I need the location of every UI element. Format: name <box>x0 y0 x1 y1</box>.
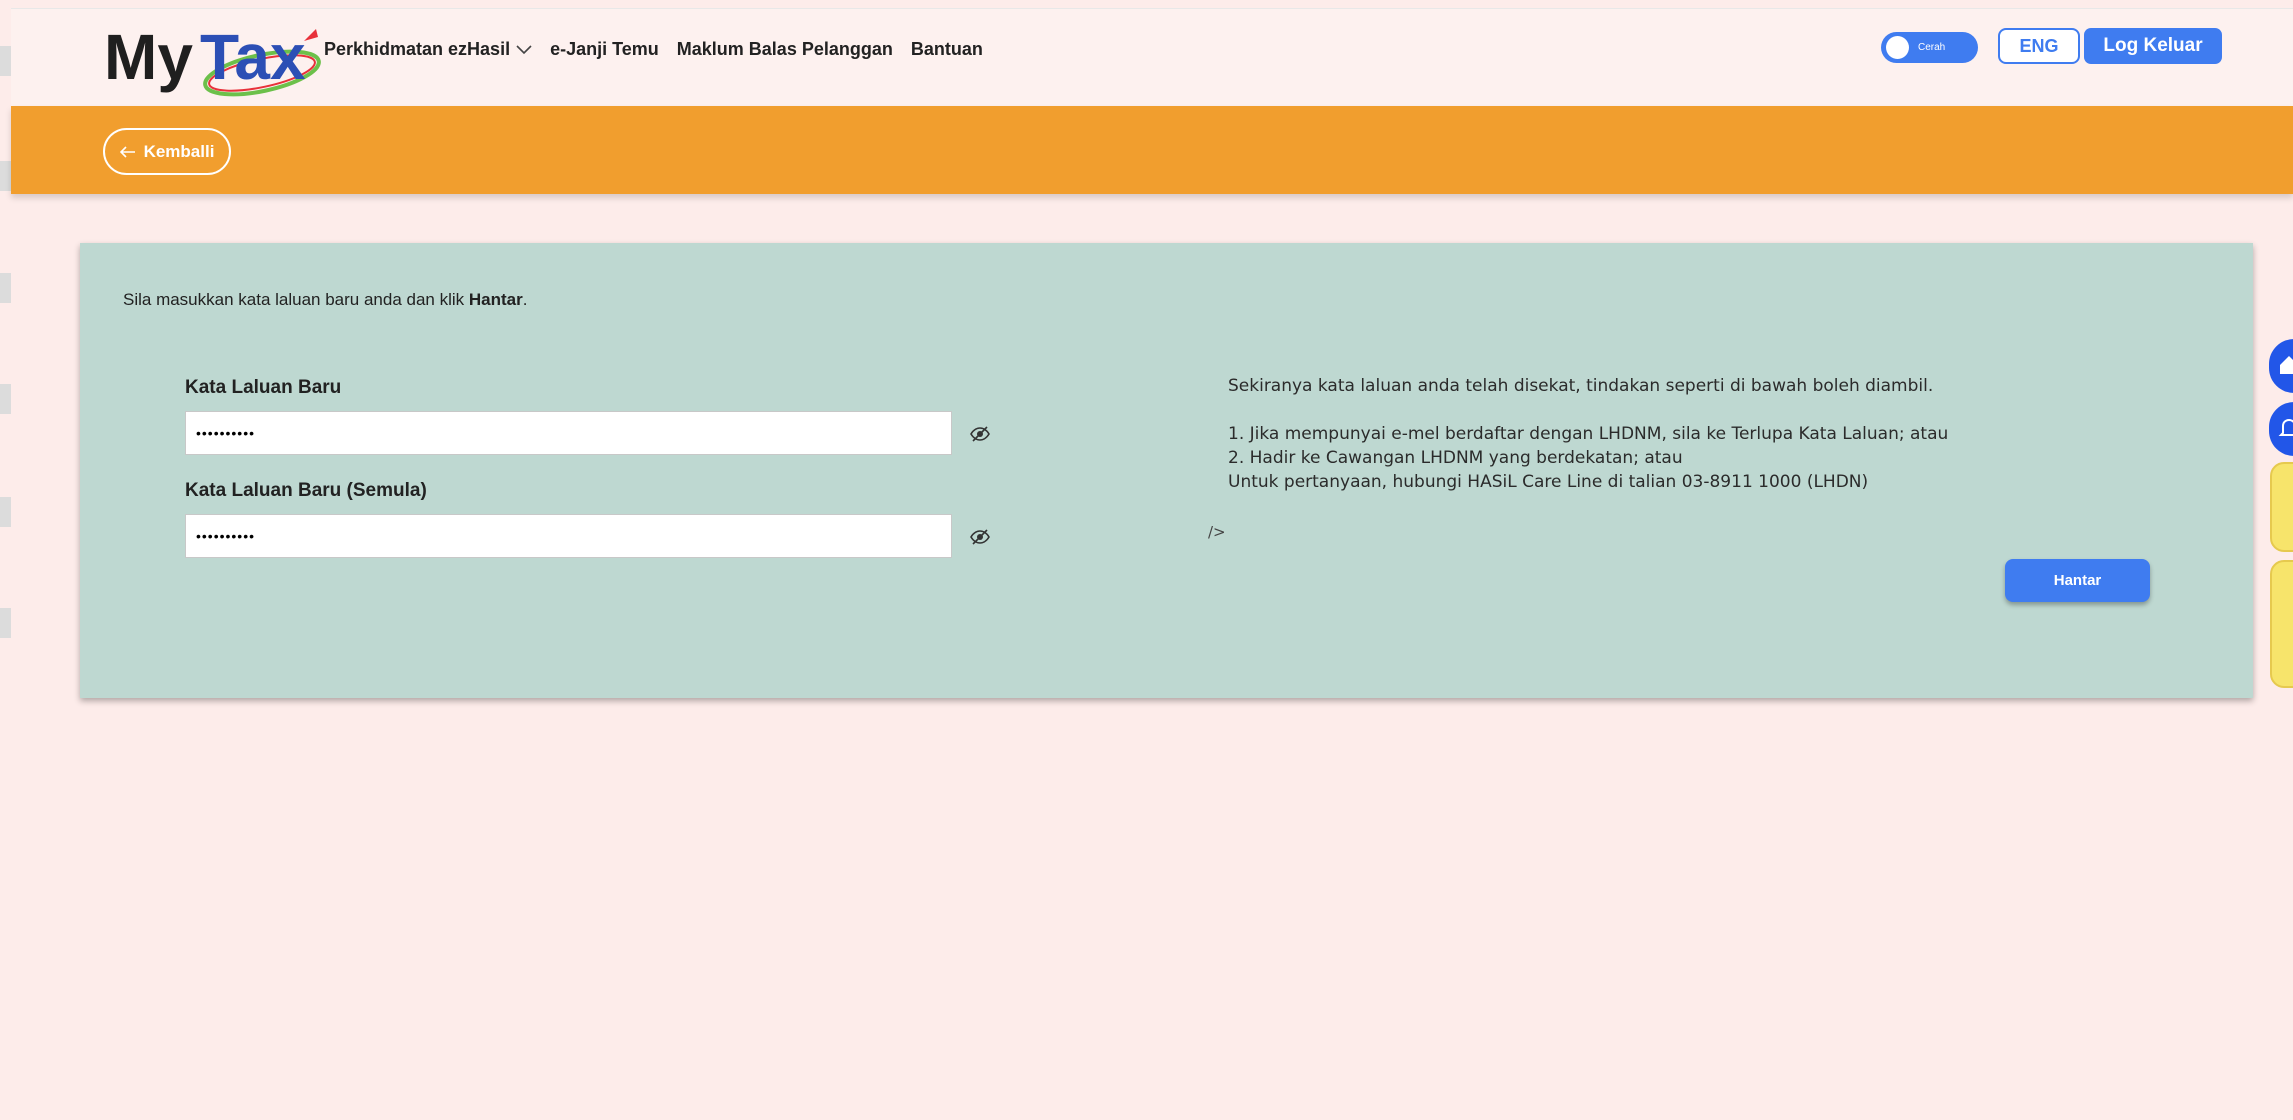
nav-label: Perkhidmatan ezHasil <box>324 39 511 59</box>
main-nav: Perkhidmatan ezHasil e-Janji Temu Maklum… <box>324 39 1001 60</box>
instruction-text: Sila masukkan kata laluan baru anda dan … <box>123 290 527 310</box>
password-help-info: Sekiranya kata laluan anda telah disekat… <box>1228 374 1948 494</box>
mytax-logo[interactable]: My Tax <box>104 21 334 107</box>
confirm-password-label: Kata Laluan Baru (Semula) <box>185 480 427 501</box>
confirm-password-input[interactable] <box>185 514 952 558</box>
nav-label: Bantuan <box>910 39 983 59</box>
bell-icon <box>2278 418 2293 436</box>
page-banner: Kemballi <box>11 106 2293 194</box>
logout-button[interactable]: Log Keluar <box>2084 28 2222 64</box>
top-header: My Tax Perkhidmatan ezHasil e-Janji Temu… <box>11 8 2293 106</box>
side-widget-tab[interactable] <box>2270 560 2293 688</box>
edge-decoration <box>0 497 11 527</box>
edge-decoration <box>0 46 11 76</box>
info-line: Untuk pertanyaan, hubungi HASiL Care Lin… <box>1228 472 1869 492</box>
instruction-suffix: . <box>522 290 528 309</box>
theme-toggle-label: Cerah <box>1918 42 1946 53</box>
info-line: Sekiranya kata laluan anda telah disekat… <box>1228 376 1934 396</box>
new-password-label: Kata Laluan Baru <box>185 377 342 398</box>
svg-text:My: My <box>104 23 193 93</box>
home-float-button[interactable] <box>2269 339 2293 393</box>
info-line: 1. Jika mempunyai e-mel berdaftar dengan… <box>1228 424 1949 444</box>
theme-toggle[interactable]: Cerah <box>1881 32 1978 63</box>
side-widget-tab[interactable] <box>2270 462 2293 552</box>
nav-maklum-balas-pelanggan[interactable]: Maklum Balas Pelanggan <box>677 39 893 60</box>
submit-button[interactable]: Hantar <box>2005 559 2150 602</box>
back-button[interactable]: Kemballi <box>103 128 231 175</box>
edge-decoration <box>0 608 11 638</box>
nav-bantuan[interactable]: Bantuan <box>911 39 983 60</box>
nav-label: Maklum Balas Pelanggan <box>676 39 893 59</box>
stray-markup-text: /> <box>1208 523 1226 541</box>
new-password-input[interactable] <box>185 411 952 455</box>
back-button-label: Kemballi <box>143 141 215 161</box>
edge-decoration <box>0 161 11 191</box>
nav-label: e-Janji Temu <box>550 39 659 59</box>
eye-slash-icon[interactable] <box>970 426 990 442</box>
home-icon <box>2280 356 2293 374</box>
nav-perkhidmatan-ezhasil[interactable]: Perkhidmatan ezHasil <box>324 39 532 60</box>
instruction-prefix: Sila masukkan kata laluan baru anda dan … <box>123 290 469 309</box>
info-line: 2. Hadir ke Cawangan LHDNM yang berdekat… <box>1228 448 1683 468</box>
chevron-down-icon <box>516 44 532 54</box>
notification-float-button[interactable] <box>2269 402 2293 456</box>
toggle-knob <box>1886 36 1909 59</box>
arrow-left-icon <box>119 145 135 158</box>
instruction-bold: Hantar <box>468 290 523 309</box>
svg-text:Tax: Tax <box>200 23 306 93</box>
nav-e-janji-temu[interactable]: e-Janji Temu <box>550 39 659 60</box>
language-button[interactable]: ENG <box>1998 28 2080 64</box>
edge-decoration <box>0 273 11 303</box>
edge-decoration <box>0 384 11 414</box>
eye-slash-icon[interactable] <box>970 529 990 545</box>
change-password-card: Sila masukkan kata laluan baru anda dan … <box>80 243 2253 698</box>
